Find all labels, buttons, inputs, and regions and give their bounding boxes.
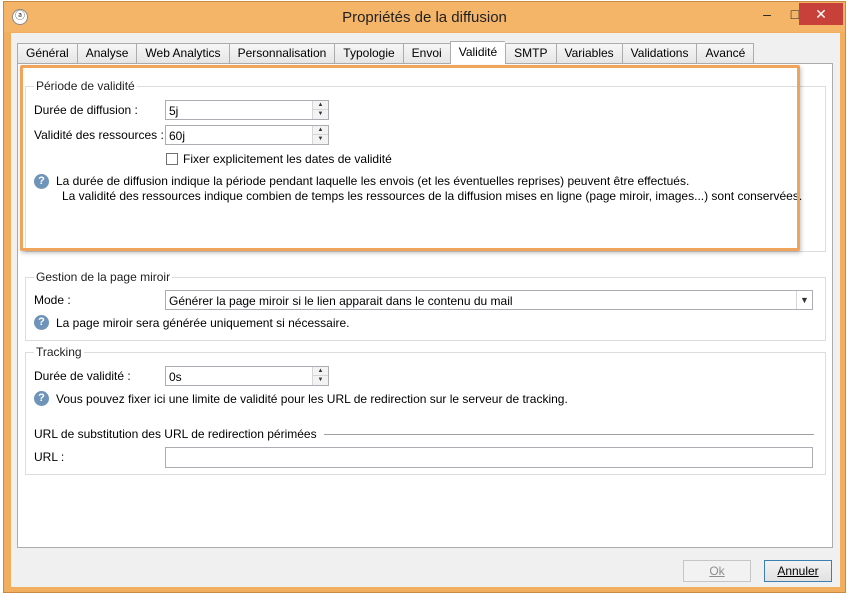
tracking-duration-label: Durée de validité : — [34, 369, 131, 383]
cancel-button[interactable]: Annuler — [764, 560, 832, 582]
url-section-divider — [324, 434, 814, 435]
tab-bar: Général Analyse Web Analytics Personnali… — [17, 41, 755, 64]
url-label: URL : — [34, 450, 65, 464]
close-button[interactable]: ✕ — [799, 3, 843, 25]
mirror-mode-label: Mode : — [34, 293, 71, 307]
url-substitution-title: URL de substitution des URL de redirecti… — [34, 427, 317, 441]
tab-personnalisation[interactable]: Personnalisation — [228, 43, 335, 64]
mirror-group-title: Gestion de la page miroir — [34, 270, 173, 284]
tab-analyse[interactable]: Analyse — [76, 43, 137, 64]
mirror-mode-select[interactable]: Générer la page miroir si le lien appara… — [165, 290, 813, 310]
spin-arrows-icon[interactable]: ▲ ▼ — [312, 367, 328, 385]
tab-typologie[interactable]: Typologie — [334, 43, 403, 64]
help-icon: ? — [34, 315, 49, 330]
window-title: Propriétés de la diffusion — [342, 9, 507, 26]
mirror-mode-value: Générer la page miroir si le lien appara… — [169, 294, 513, 308]
tab-validations[interactable]: Validations — [621, 43, 697, 64]
ok-button[interactable]: Ok — [683, 560, 751, 582]
tab-variables[interactable]: Variables — [555, 43, 622, 64]
cancel-button-label: Annuler — [777, 564, 819, 578]
tracking-help-text: Vous pouvez fixer ici une limite de vali… — [56, 392, 568, 406]
tab-validite[interactable]: Validité — [449, 41, 506, 64]
ok-button-label: Ok — [709, 564, 725, 578]
mirror-help-text: La page miroir sera générée uniquement s… — [56, 316, 350, 330]
minimize-button[interactable]: – — [753, 3, 781, 25]
tracking-duration-value: 0s — [169, 370, 182, 384]
tab-web-analytics[interactable]: Web Analytics — [136, 43, 229, 64]
tab-smtp[interactable]: SMTP — [505, 43, 556, 64]
tracking-duration-field[interactable]: 0s ▲ ▼ — [165, 366, 329, 386]
highlight-frame — [20, 65, 800, 251]
chevron-down-icon[interactable]: ▼ — [796, 291, 812, 309]
tab-avance[interactable]: Avancé — [696, 43, 755, 64]
tracking-group-title: Tracking — [34, 345, 84, 359]
tab-general[interactable]: Général — [17, 43, 77, 64]
tab-envoi[interactable]: Envoi — [402, 43, 450, 64]
title-bar[interactable]: ⓐ Propriétés de la diffusion – □ ✕ — [4, 2, 845, 32]
help-icon: ? — [34, 391, 49, 406]
url-input[interactable] — [165, 447, 813, 468]
